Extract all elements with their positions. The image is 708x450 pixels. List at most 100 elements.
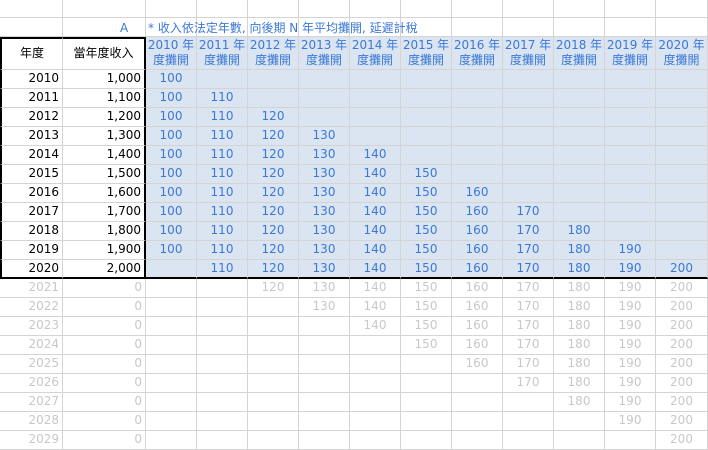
amort-cell[interactable] [503, 127, 554, 146]
amort-cell[interactable]: 170 [503, 355, 554, 374]
income-cell[interactable]: 0 [63, 298, 146, 317]
amort-cell[interactable]: 130 [299, 222, 350, 241]
year-cell[interactable]: 2016 [0, 184, 63, 203]
amort-cell[interactable]: 160 [452, 279, 503, 298]
amort-cell[interactable] [299, 336, 350, 355]
amort-cell[interactable] [452, 146, 503, 165]
amort-cell[interactable]: 140 [350, 146, 401, 165]
amort-cell[interactable] [299, 108, 350, 127]
header-amort-2011[interactable]: 2011 年度攤開 [197, 37, 248, 70]
header-amort-2017[interactable]: 2017 年度攤開 [503, 37, 554, 70]
amort-cell[interactable] [197, 412, 248, 431]
amort-cell[interactable] [554, 127, 605, 146]
amort-cell[interactable] [656, 184, 708, 203]
amort-cell[interactable]: 110 [197, 241, 248, 260]
amort-cell[interactable] [299, 70, 350, 89]
amort-cell[interactable] [503, 431, 554, 450]
amort-cell[interactable] [452, 412, 503, 431]
amort-cell[interactable]: 200 [656, 317, 708, 336]
amort-cell[interactable]: 160 [452, 355, 503, 374]
amort-cell[interactable] [350, 89, 401, 108]
amort-cell[interactable] [248, 412, 299, 431]
amort-cell[interactable] [503, 184, 554, 203]
amort-cell[interactable]: 200 [656, 374, 708, 393]
amort-cell[interactable]: 140 [350, 184, 401, 203]
amort-cell[interactable]: 120 [248, 203, 299, 222]
amort-cell[interactable]: 170 [503, 279, 554, 298]
amort-cell[interactable]: 190 [605, 355, 656, 374]
amort-cell[interactable]: 100 [146, 108, 197, 127]
amort-cell[interactable] [452, 431, 503, 450]
amort-cell[interactable]: 160 [452, 222, 503, 241]
amort-cell[interactable] [605, 89, 656, 108]
amort-cell[interactable] [656, 127, 708, 146]
amort-cell[interactable] [503, 108, 554, 127]
amort-cell[interactable] [146, 412, 197, 431]
amort-cell[interactable]: 200 [656, 260, 708, 279]
amort-cell[interactable] [656, 241, 708, 260]
amort-cell[interactable] [146, 260, 197, 279]
amort-cell[interactable] [554, 203, 605, 222]
amort-cell[interactable]: 190 [605, 298, 656, 317]
amort-cell[interactable]: 150 [401, 336, 452, 355]
amort-cell[interactable]: 150 [401, 279, 452, 298]
amort-cell[interactable] [146, 317, 197, 336]
grid-cell[interactable] [63, 0, 146, 18]
amort-cell[interactable]: 180 [554, 279, 605, 298]
income-cell[interactable]: 0 [63, 279, 146, 298]
amort-cell[interactable]: 110 [197, 89, 248, 108]
amort-cell[interactable] [401, 355, 452, 374]
amort-cell[interactable] [197, 279, 248, 298]
amort-cell[interactable] [554, 146, 605, 165]
income-cell[interactable]: 1,700 [63, 203, 146, 222]
amort-cell[interactable] [452, 165, 503, 184]
amort-cell[interactable] [452, 127, 503, 146]
amort-cell[interactable]: 170 [503, 241, 554, 260]
header-amort-2015[interactable]: 2015 年度攤開 [401, 37, 452, 70]
amort-cell[interactable] [452, 108, 503, 127]
amort-cell[interactable]: 100 [146, 241, 197, 260]
amort-cell[interactable]: 200 [656, 393, 708, 412]
year-cell[interactable]: 2011 [0, 89, 63, 108]
grid-cell[interactable] [197, 0, 248, 18]
amort-cell[interactable] [656, 70, 708, 89]
amort-cell[interactable]: 160 [452, 298, 503, 317]
amort-cell[interactable]: 160 [452, 260, 503, 279]
amort-cell[interactable]: 170 [503, 222, 554, 241]
amort-cell[interactable] [299, 431, 350, 450]
amort-cell[interactable]: 120 [248, 184, 299, 203]
amort-cell[interactable] [197, 336, 248, 355]
grid-cell[interactable] [503, 0, 554, 18]
amort-cell[interactable] [401, 89, 452, 108]
year-cell[interactable]: 2022 [0, 298, 63, 317]
amort-cell[interactable] [299, 89, 350, 108]
amort-cell[interactable]: 140 [350, 279, 401, 298]
amort-cell[interactable] [656, 203, 708, 222]
amort-cell[interactable] [605, 184, 656, 203]
amort-cell[interactable]: 110 [197, 165, 248, 184]
amort-cell[interactable] [197, 317, 248, 336]
income-cell[interactable]: 1,900 [63, 241, 146, 260]
amort-cell[interactable]: 100 [146, 89, 197, 108]
income-cell[interactable]: 0 [63, 393, 146, 412]
grid-cell[interactable] [299, 0, 350, 18]
amort-cell[interactable]: 110 [197, 222, 248, 241]
header-amort-2010[interactable]: 2010 年度攤開 [146, 37, 197, 70]
amort-cell[interactable]: 180 [554, 336, 605, 355]
income-cell[interactable]: 1,300 [63, 127, 146, 146]
income-cell[interactable]: 1,400 [63, 146, 146, 165]
amort-cell[interactable] [248, 298, 299, 317]
amort-cell[interactable]: 100 [146, 222, 197, 241]
amort-cell[interactable]: 150 [401, 260, 452, 279]
amort-cell[interactable] [197, 298, 248, 317]
amort-cell[interactable]: 130 [299, 298, 350, 317]
amort-cell[interactable] [146, 431, 197, 450]
amort-cell[interactable]: 150 [401, 184, 452, 203]
amort-cell[interactable]: 120 [248, 165, 299, 184]
grid-cell[interactable] [146, 0, 197, 18]
amort-cell[interactable]: 180 [554, 393, 605, 412]
amort-cell[interactable] [452, 374, 503, 393]
amort-cell[interactable] [146, 336, 197, 355]
year-cell[interactable]: 2018 [0, 222, 63, 241]
amort-cell[interactable] [146, 279, 197, 298]
